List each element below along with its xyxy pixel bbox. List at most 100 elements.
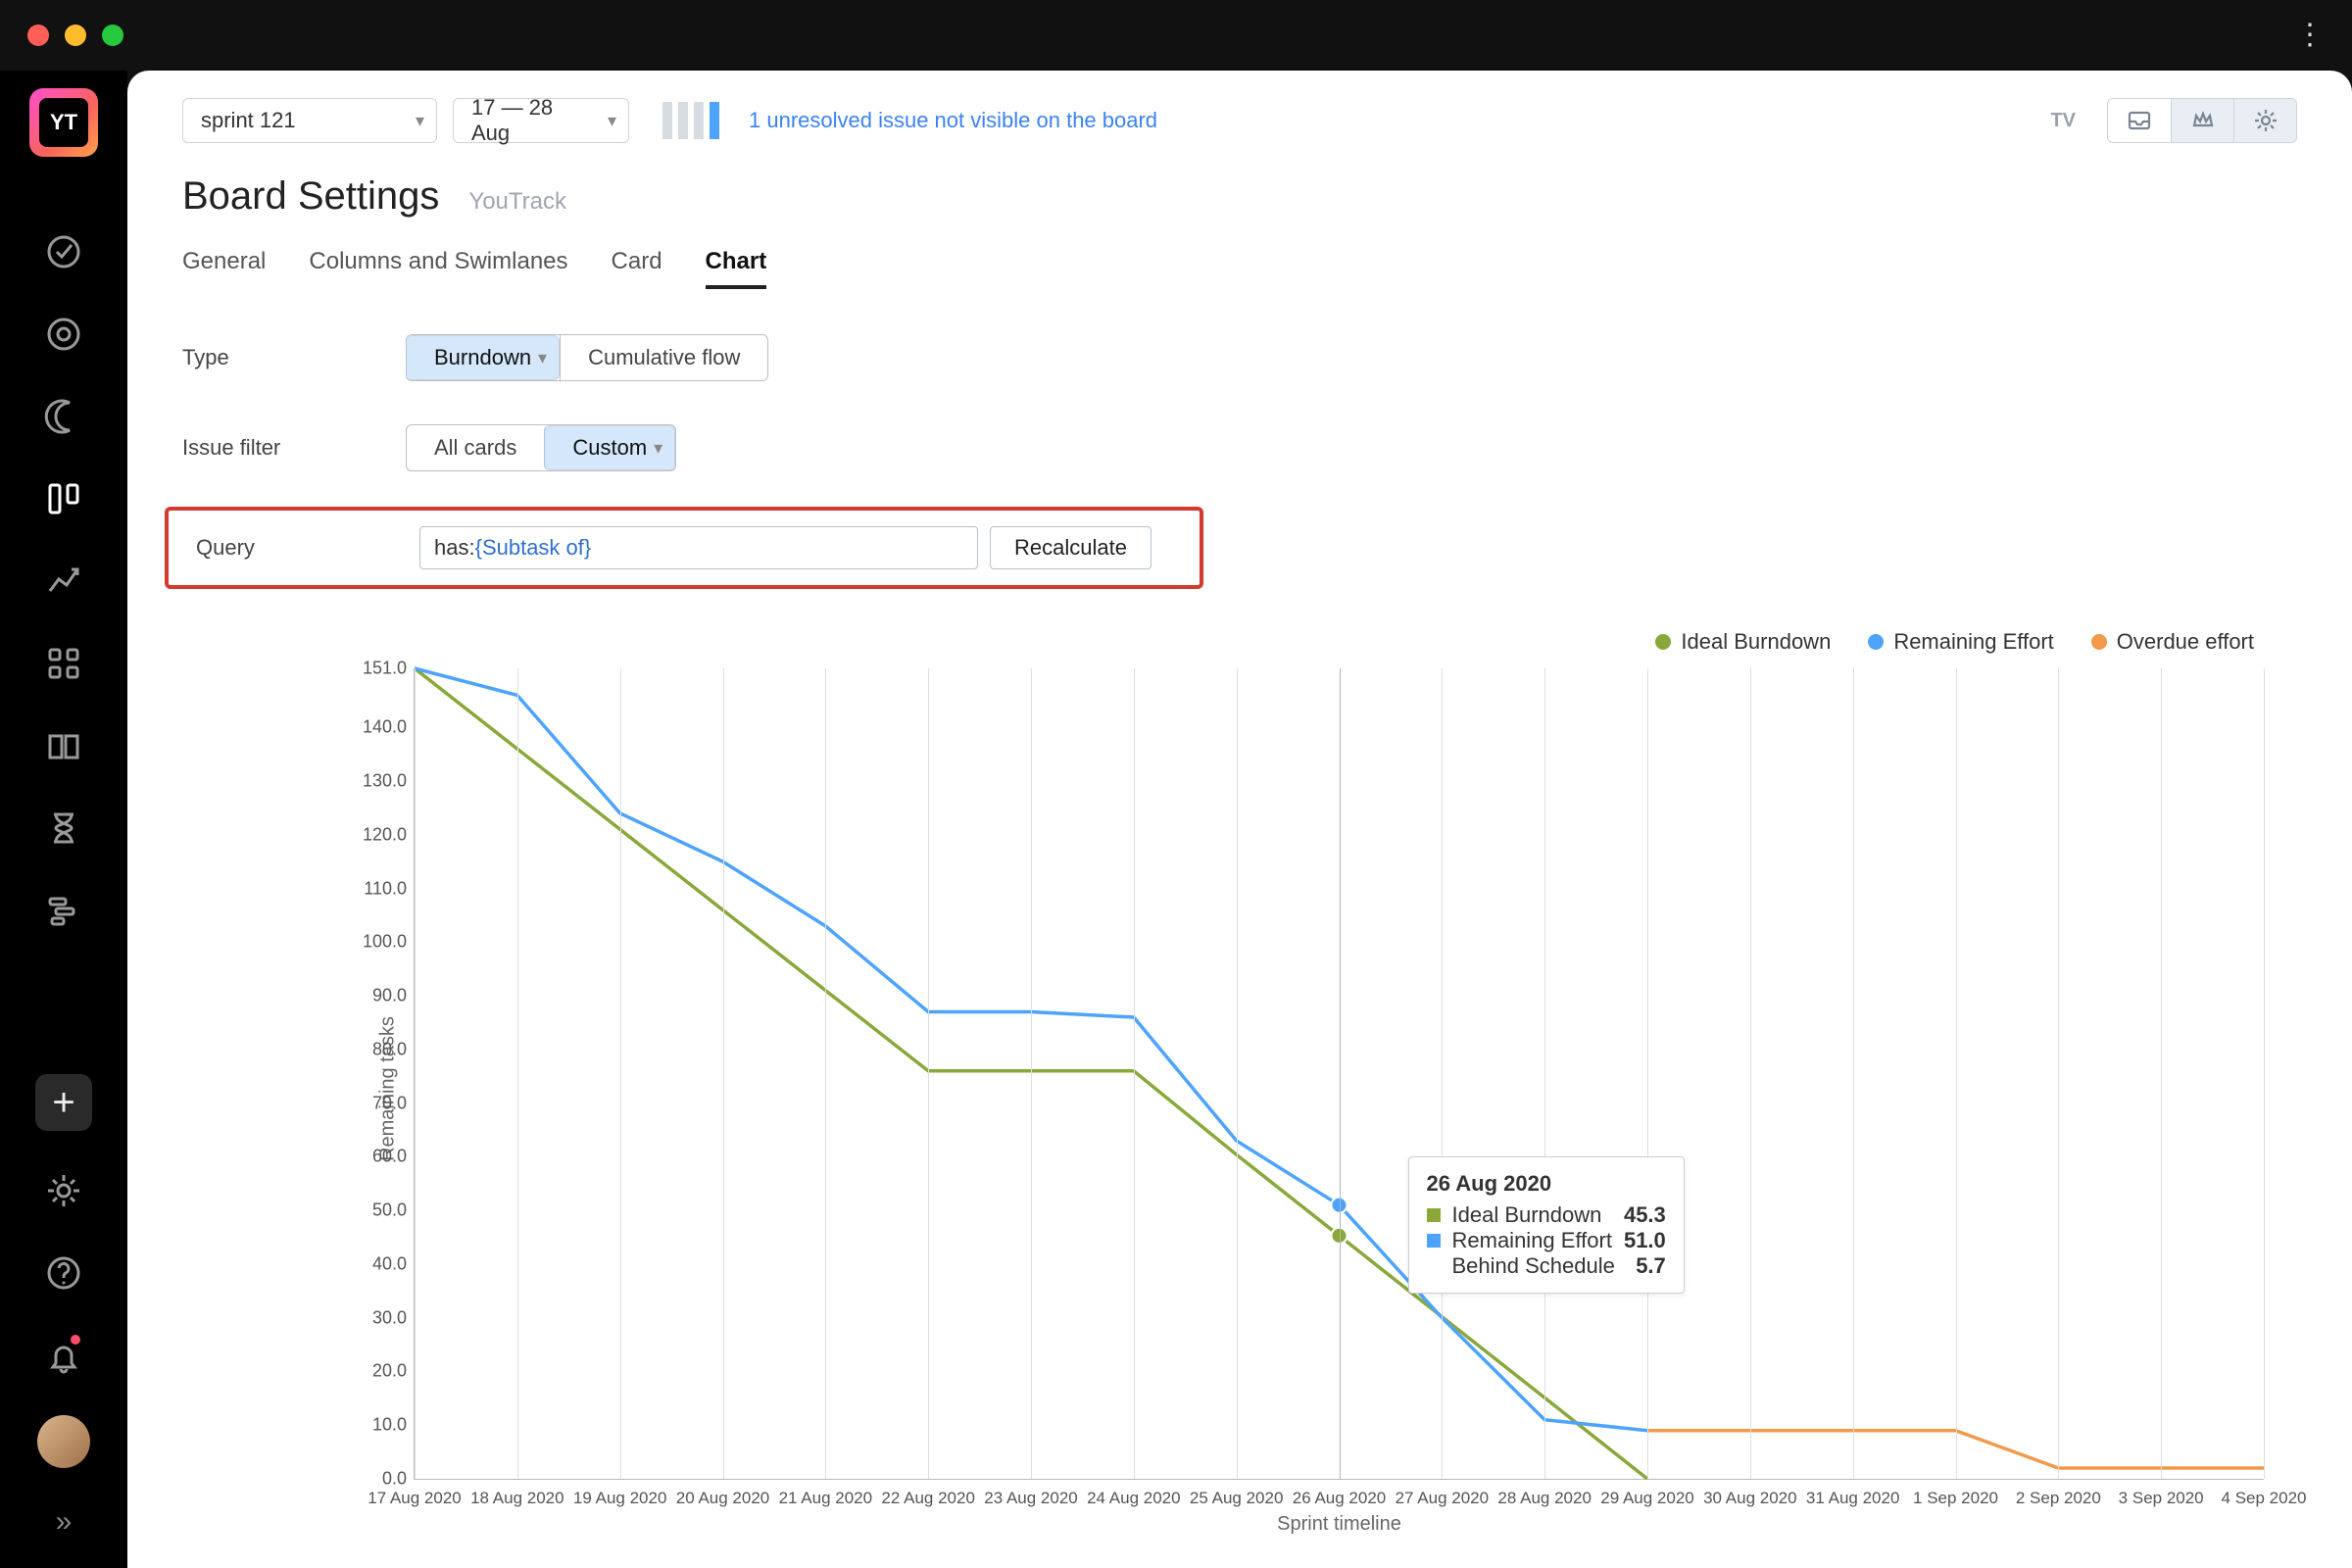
knowledge-icon[interactable] xyxy=(41,723,86,768)
gridline xyxy=(1750,668,1751,1479)
gridline xyxy=(1237,668,1238,1479)
x-tick: 18 Aug 2020 xyxy=(470,1489,564,1508)
gridline xyxy=(1442,668,1443,1479)
type-label: Type xyxy=(182,345,406,370)
query-token-text: {Subtask of} xyxy=(475,535,592,561)
expand-sidebar-icon[interactable]: » xyxy=(56,1505,73,1539)
tv-mode-button[interactable]: TV xyxy=(2050,110,2076,132)
settings-icon[interactable] xyxy=(41,1168,86,1213)
legend-dot-ideal xyxy=(1655,634,1671,650)
x-tick: 17 Aug 2020 xyxy=(368,1489,461,1508)
unresolved-warning-link[interactable]: 1 unresolved issue not visible on the bo… xyxy=(749,108,1157,133)
y-tick: 80.0 xyxy=(348,1039,407,1059)
maximize-window-button[interactable] xyxy=(102,24,123,46)
y-tick: 60.0 xyxy=(348,1147,407,1167)
gridline xyxy=(1031,668,1032,1479)
filter-segmented: All cards Custom xyxy=(406,424,676,471)
x-tick: 31 Aug 2020 xyxy=(1806,1489,1899,1508)
y-tick: 10.0 xyxy=(348,1415,407,1436)
legend-remaining: Remaining Effort xyxy=(1893,629,2053,655)
sprint-select[interactable]: sprint 121 xyxy=(182,98,437,143)
x-tick: 20 Aug 2020 xyxy=(676,1489,769,1508)
legend-dot-overdue xyxy=(2091,634,2107,650)
query-input[interactable]: has: {Subtask of} xyxy=(419,526,978,569)
page-subtitle: YouTrack xyxy=(468,188,566,216)
x-tick: 28 Aug 2020 xyxy=(1497,1489,1591,1508)
gridline xyxy=(1134,668,1135,1479)
main-content: sprint 121 17 — 28 Aug 1 unresolved issu… xyxy=(127,71,2352,1568)
x-tick: 3 Sep 2020 xyxy=(2119,1489,2204,1508)
y-tick: 140.0 xyxy=(348,717,407,738)
gridline xyxy=(1956,668,1957,1479)
board-icon[interactable] xyxy=(41,476,86,521)
window-controls xyxy=(27,24,123,46)
x-tick: 27 Aug 2020 xyxy=(1396,1489,1489,1508)
y-tick: 30.0 xyxy=(348,1307,407,1328)
x-tick: 24 Aug 2020 xyxy=(1087,1489,1180,1508)
user-avatar[interactable] xyxy=(37,1415,90,1468)
gridline xyxy=(415,668,416,1479)
app-window: ⋮ YT + » xyxy=(0,0,2352,1568)
checkmark-icon[interactable] xyxy=(41,229,86,274)
gridline xyxy=(1340,668,1341,1479)
x-tick: 2 Sep 2020 xyxy=(2016,1489,2101,1508)
app-logo[interactable]: YT xyxy=(29,88,98,157)
close-window-button[interactable] xyxy=(27,24,49,46)
type-cumulative-option[interactable]: Cumulative flow xyxy=(560,335,767,380)
x-tick: 29 Aug 2020 xyxy=(1600,1489,1693,1508)
legend-dot-remaining xyxy=(1868,634,1884,650)
y-tick: 120.0 xyxy=(348,824,407,845)
x-tick: 22 Aug 2020 xyxy=(881,1489,974,1508)
lifebuoy-icon[interactable] xyxy=(41,312,86,357)
y-tick: 90.0 xyxy=(348,986,407,1006)
notifications-icon[interactable] xyxy=(41,1333,86,1378)
minimize-window-button[interactable] xyxy=(65,24,86,46)
tab-columns[interactable]: Columns and Swimlanes xyxy=(309,248,567,289)
y-tick: 130.0 xyxy=(348,771,407,792)
chart-tooltip: 26 Aug 2020Ideal Burndown45.3Remaining E… xyxy=(1408,1156,1685,1294)
burndown-chart: Ideal Burndown Remaining Effort Overdue … xyxy=(343,629,2293,1548)
legend-overdue: Overdue effort xyxy=(2117,629,2254,655)
x-tick: 21 Aug 2020 xyxy=(779,1489,872,1508)
gear-icon[interactable] xyxy=(2233,99,2296,142)
settings-tabs: General Columns and Swimlanes Card Chart xyxy=(182,248,2297,289)
reports-icon[interactable] xyxy=(41,559,86,604)
x-tick: 25 Aug 2020 xyxy=(1190,1489,1283,1508)
create-button[interactable]: + xyxy=(35,1074,92,1131)
type-segmented: Burndown Cumulative flow xyxy=(406,334,768,381)
gantt-icon[interactable] xyxy=(41,888,86,933)
overflow-menu-icon[interactable]: ⋮ xyxy=(2295,21,2325,50)
type-burndown-option[interactable]: Burndown xyxy=(407,335,560,380)
help-icon[interactable] xyxy=(41,1250,86,1296)
gridline xyxy=(517,668,518,1479)
tab-card[interactable]: Card xyxy=(612,248,662,289)
gridline xyxy=(620,668,621,1479)
tab-general[interactable]: General xyxy=(182,248,266,289)
legend-ideal: Ideal Burndown xyxy=(1681,629,1831,655)
filter-custom-option[interactable]: Custom xyxy=(544,425,675,470)
x-tick: 26 Aug 2020 xyxy=(1293,1489,1386,1508)
view-mode-group xyxy=(2107,98,2297,143)
gridline xyxy=(2058,668,2059,1479)
chart-plot-area: Sprint timeline 0.010.020.030.040.050.06… xyxy=(414,668,2264,1480)
recalculate-button[interactable]: Recalculate xyxy=(990,526,1152,569)
apps-icon[interactable] xyxy=(41,641,86,686)
date-range-select[interactable]: 17 — 28 Aug xyxy=(453,98,629,143)
gridline xyxy=(2264,668,2265,1479)
hourglass-icon[interactable] xyxy=(41,806,86,851)
tab-chart[interactable]: Chart xyxy=(706,248,767,289)
page-title: Board Settings xyxy=(182,174,439,219)
y-tick: 70.0 xyxy=(348,1093,407,1113)
inbox-view-icon[interactable] xyxy=(2108,99,2171,142)
titlebar: ⋮ xyxy=(0,0,2352,71)
x-tick: 4 Sep 2020 xyxy=(2222,1489,2307,1508)
crown-view-icon[interactable] xyxy=(2171,99,2233,142)
left-sidebar: YT + » xyxy=(0,71,127,1568)
filter-all-option[interactable]: All cards xyxy=(407,425,544,470)
y-tick: 100.0 xyxy=(348,932,407,953)
y-tick: 40.0 xyxy=(348,1253,407,1274)
y-axis-title: Remaining tasks xyxy=(376,1016,399,1161)
crescent-icon[interactable] xyxy=(41,394,86,439)
y-tick: 0.0 xyxy=(348,1469,407,1490)
x-axis-title: Sprint timeline xyxy=(1277,1513,1401,1536)
